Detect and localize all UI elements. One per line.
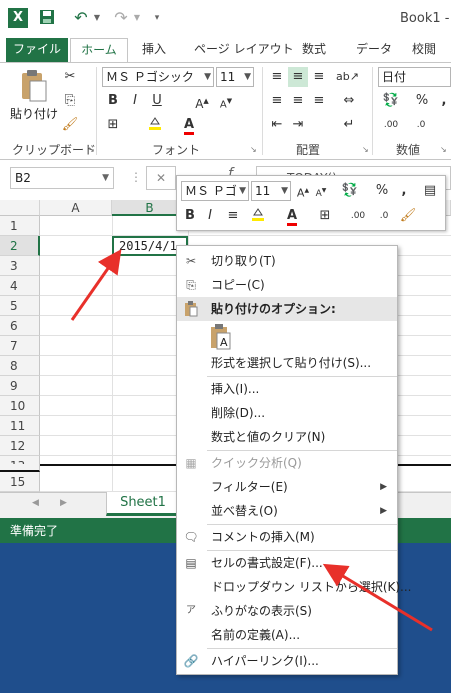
arrow-to-format-cells [322, 563, 433, 632]
arrow-to-cell [70, 249, 122, 321]
annotation-arrows [70, 249, 433, 632]
